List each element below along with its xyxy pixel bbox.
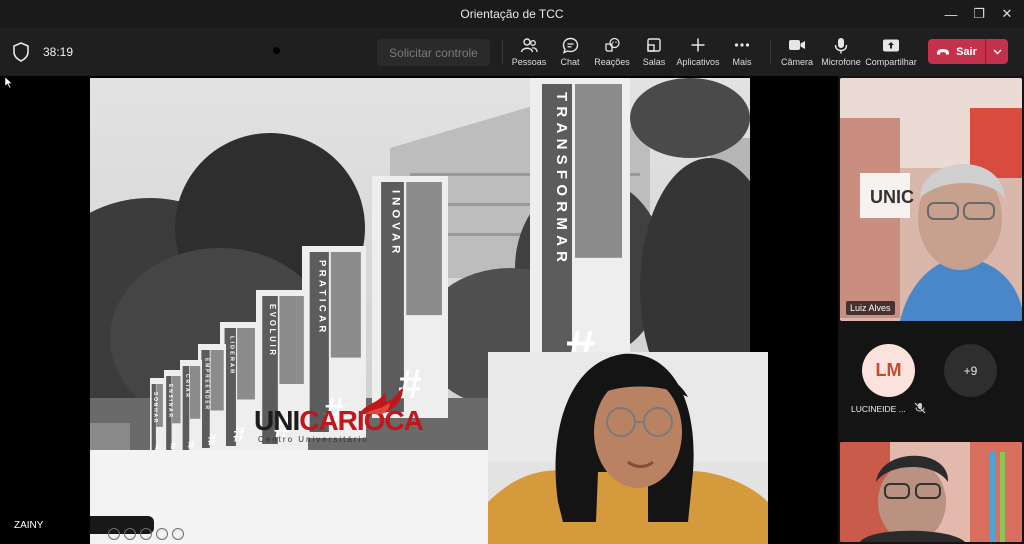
toolbar-divider: [770, 40, 771, 64]
banner-word: ENSINAR: [167, 384, 173, 419]
campus-banner: ENSINAR #: [164, 370, 182, 450]
cursor-dot: [273, 47, 280, 54]
presenter-name: ZAINY: [14, 520, 44, 531]
banner-hash: #: [155, 443, 160, 450]
chevron-down-icon: [993, 49, 1001, 54]
banner-portrait: [189, 366, 201, 419]
banner-portrait: [330, 252, 361, 358]
banner-word: TRANSFORMAR: [553, 92, 570, 267]
share-button[interactable]: Compartilhar: [865, 36, 917, 70]
banner-portrait: [210, 350, 224, 411]
close-button[interactable]: ✕: [990, 0, 1024, 28]
shield-icon[interactable]: [12, 42, 30, 62]
meeting-timer: 38:19: [43, 45, 74, 59]
banner-portrait: [406, 182, 442, 316]
participant-avatar[interactable]: LM: [862, 344, 915, 397]
banner-word: EMPREENDER: [204, 358, 210, 411]
logo-main-text: UNI: [254, 405, 300, 436]
banner-word: INOVAR: [390, 190, 402, 257]
chat-button[interactable]: Chat: [548, 36, 592, 70]
camera-icon: [788, 36, 806, 54]
banner-word: PRATICAR: [316, 260, 327, 336]
presenter-video: [488, 352, 768, 544]
ghost-control-icon: [140, 528, 152, 540]
rooms-button[interactable]: Salas: [632, 36, 676, 70]
camera-label: Câmera: [780, 57, 813, 67]
camera-button[interactable]: Câmera: [775, 36, 819, 70]
apps-button[interactable]: Aplicativos: [676, 36, 720, 70]
microphone-icon: [834, 36, 848, 54]
share-label: Compartilhar: [865, 57, 917, 67]
share-icon: [882, 36, 900, 54]
leave-main[interactable]: Sair: [928, 39, 986, 64]
rooms-label: Salas: [642, 57, 666, 67]
participant-name: Luiz Alves: [846, 301, 895, 315]
apps-label: Aplicativos: [676, 57, 720, 67]
hangup-icon: [937, 48, 950, 54]
leave-options-button[interactable]: [986, 39, 1008, 64]
microphone-button[interactable]: Microfone: [819, 36, 863, 70]
logo-subtitle: Centro Universitário: [258, 435, 369, 444]
avatar-participant-name: LUCINEIDE ...: [851, 404, 906, 414]
banner-hash: #: [233, 424, 245, 447]
apps-icon: [690, 36, 706, 54]
request-control-button[interactable]: Solicitar controle: [377, 39, 490, 66]
participant-gallery: UNIC Luiz Alves: [838, 76, 1024, 544]
people-label: Pessoas: [511, 57, 547, 67]
campus-banner: CRIAR #: [180, 360, 202, 450]
people-button[interactable]: Pessoas: [507, 36, 551, 70]
chat-label: Chat: [560, 57, 580, 67]
leave-label: Sair: [956, 45, 977, 58]
more-button[interactable]: Mais: [720, 36, 764, 70]
reactions-label: Reações: [594, 57, 630, 67]
reactions-icon: [603, 36, 621, 54]
banner-portrait: [237, 328, 255, 400]
participant-video: UNIC: [840, 78, 1022, 321]
banner-word: SONHAR: [152, 392, 158, 424]
campus-banner: EMPREENDER #: [198, 344, 226, 450]
ghost-control-icon: [124, 528, 136, 540]
mouse-pointer-icon: [5, 77, 13, 88]
people-icon: [520, 36, 538, 54]
window-title: Orientação de TCC: [460, 7, 564, 21]
more-label: Mais: [732, 57, 752, 67]
banner-word: LIDERAR: [228, 336, 234, 375]
title-bar: Orientação de TCC — ❐ ✕: [0, 0, 1024, 28]
banner-portrait: [279, 296, 304, 384]
svg-text:UNIC: UNIC: [870, 187, 914, 207]
mic-muted-icon: [914, 402, 926, 414]
more-icon: [734, 36, 750, 54]
participant-tile[interactable]: [840, 442, 1022, 542]
more-participants-button[interactable]: +9: [944, 344, 997, 397]
rooms-icon: [646, 36, 662, 54]
meeting-toolbar: 38:19 Solicitar controle Pessoas Chat Re…: [0, 28, 1024, 76]
microphone-label: Microfone: [821, 57, 861, 67]
banner-word: EVOLUIR: [268, 304, 277, 358]
banner-portrait: [575, 84, 622, 258]
banner-hash: #: [188, 437, 195, 450]
campus-banner: SONHAR #: [150, 378, 164, 450]
campus-banner: INOVAR#: [372, 176, 448, 418]
ghost-control-icon: [156, 528, 168, 540]
ghost-controls: [108, 528, 184, 540]
logo-flame-icon: [359, 388, 403, 414]
participant-tile[interactable]: UNIC Luiz Alves: [840, 78, 1022, 321]
chat-icon: [562, 36, 579, 54]
toolbar-divider: [502, 40, 503, 64]
reactions-button[interactable]: Reações: [590, 36, 634, 70]
ghost-control-icon: [108, 528, 120, 540]
ghost-control-icon: [172, 528, 184, 540]
participant-video: [840, 442, 1022, 542]
leave-button[interactable]: Sair: [928, 39, 1008, 64]
banner-hash: #: [170, 441, 176, 450]
campus-banner: TRANSFORMAR#: [530, 78, 630, 394]
banner-word: CRIAR: [184, 374, 190, 399]
banner-hash: #: [208, 432, 217, 449]
